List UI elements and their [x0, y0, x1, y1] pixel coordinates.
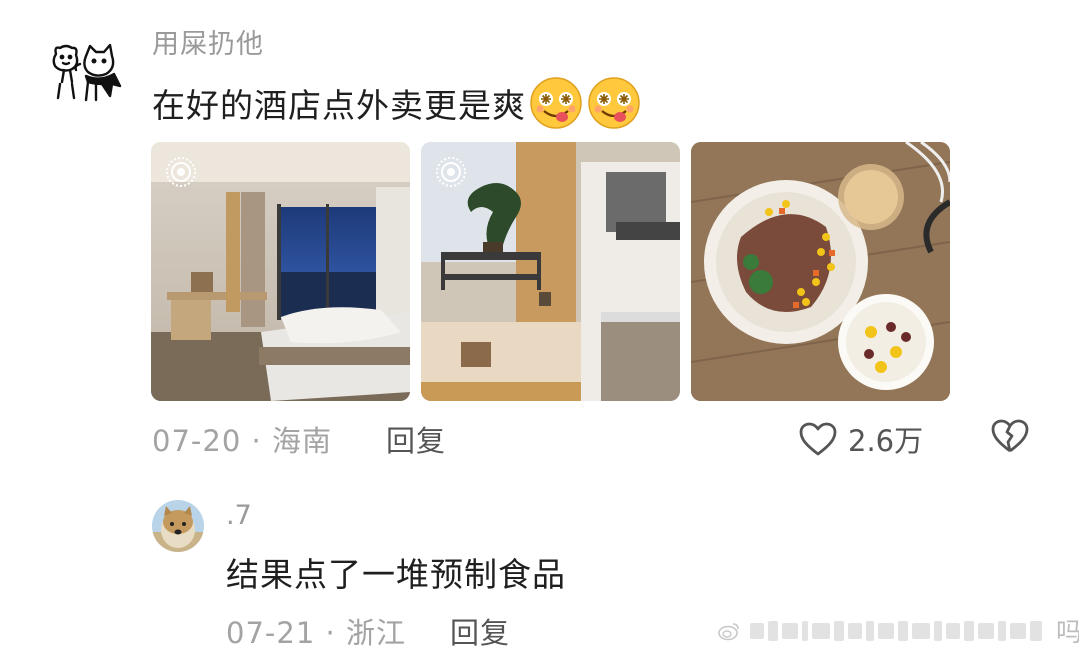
watermark-username-mask: [750, 620, 1042, 641]
drooling-face-emoji-icon: [528, 75, 584, 131]
comment-date: 07-20: [152, 424, 242, 458]
image-thumbnail-takeout-food[interactable]: [691, 142, 950, 401]
dislike-button[interactable]: [990, 418, 1030, 458]
meta-separator: ·: [251, 424, 272, 458]
image-thumbnail-hotel-interior[interactable]: [421, 142, 680, 401]
comment-username[interactable]: 用屎扔他: [152, 22, 264, 61]
comment-text-content: 在好的酒店点外卖更是爽: [152, 86, 526, 125]
reply-button[interactable]: 回复: [386, 418, 446, 460]
live-photo-icon: [436, 157, 466, 187]
watermark: 吗: [718, 612, 1079, 649]
broken-heart-icon: [991, 419, 1029, 453]
live-photo-icon: [166, 157, 196, 187]
reply-username[interactable]: .7: [226, 500, 252, 531]
reply-location: 浙江: [345, 616, 406, 650]
comment-meta: 07-20 · 海南: [152, 418, 332, 460]
like-count: 2.6万: [848, 424, 924, 458]
comment-location: 海南: [271, 424, 332, 458]
reply-date: 07-21: [226, 616, 316, 650]
image-thumbnail-hotel-room[interactable]: [151, 142, 410, 401]
reply-button[interactable]: 回复: [450, 610, 510, 652]
reply-meta: 07-21 · 浙江: [226, 610, 406, 652]
like-button[interactable]: 2.6万: [798, 418, 923, 460]
reply-text: 结果点了一堆预制食品: [226, 555, 566, 594]
avatar-doodle-cat[interactable]: [50, 42, 128, 104]
watermark-text: 吗: [1056, 618, 1079, 648]
weibo-logo-icon: [718, 622, 739, 640]
comment-text: 在好的酒店点外卖更是爽: [152, 75, 642, 131]
avatar-dog[interactable]: [152, 500, 204, 552]
meta-separator: ·: [325, 616, 346, 650]
drooling-face-emoji-icon: [586, 75, 642, 131]
heart-icon: [799, 422, 837, 456]
